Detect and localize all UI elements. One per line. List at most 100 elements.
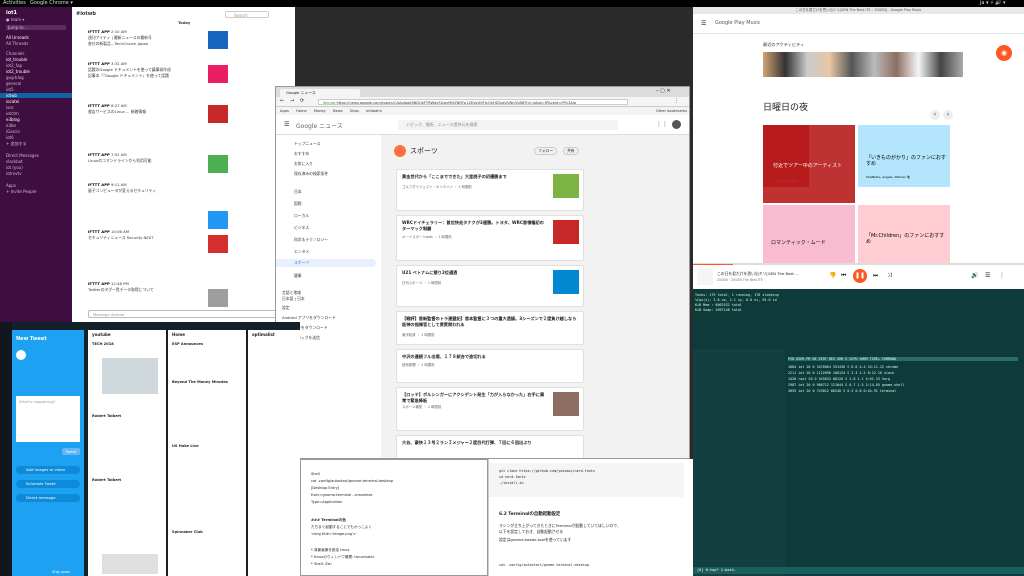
nav-world[interactable]: 国際 bbox=[294, 201, 302, 207]
stay-open-toggle[interactable]: Stay open bbox=[52, 570, 70, 574]
schedule-tweet-button[interactable]: Schedule Tweet bbox=[16, 480, 80, 488]
source[interactable]: 読売新聞 ・ 1 時間前 bbox=[402, 362, 435, 367]
message-author[interactable]: IFTTT APP bbox=[88, 281, 110, 286]
headline[interactable]: U21 ベトナムに競り2位通過 bbox=[402, 270, 547, 276]
nav-science-tech[interactable]: 科学＆テクノロジー bbox=[294, 237, 328, 243]
playlist-tile[interactable]: 「いきものがかり」のファンにおすすめ SCANDAL, angela, AIRm… bbox=[858, 125, 950, 187]
tweet-button[interactable]: Tweet bbox=[62, 448, 80, 455]
message-author[interactable]: IFTTT APP bbox=[88, 29, 110, 34]
headline[interactable]: 【戦評】首新監督のトラ連盟記】首本監督に３つの重大過誤。3シーズンで２度負け越し… bbox=[402, 316, 578, 327]
shuffle-icon[interactable]: ⤨ bbox=[887, 272, 892, 280]
headline-image[interactable] bbox=[553, 270, 579, 294]
next-icon[interactable]: ⏭ bbox=[873, 272, 878, 280]
tweet-author[interactable]: Beyond The Money Minutes bbox=[172, 380, 228, 384]
tweet-image[interactable] bbox=[102, 358, 158, 394]
nav-japan[interactable]: 日本 bbox=[294, 189, 302, 195]
nav-android-app[interactable]: Android アプリをダウンロード bbox=[282, 315, 336, 321]
back-icon[interactable]: ← bbox=[280, 98, 284, 104]
headline[interactable]: 中沢の連続フル出場、１７８試合で途切れる bbox=[402, 354, 547, 360]
nav-for-you[interactable]: おすすめ bbox=[294, 151, 309, 157]
news-card[interactable]: U21 ベトナムに競り2位通過 日刊スポーツ ・ 1 時間前 bbox=[396, 265, 584, 307]
bookmark-apps[interactable]: Apps bbox=[280, 109, 289, 113]
terminal-window[interactable]: Tasks: 179 total, 1 running, 178 sleepin… bbox=[693, 289, 1024, 576]
google-news-logo[interactable]: Google ニュース bbox=[296, 121, 343, 130]
bookmark-shop[interactable]: Shop bbox=[350, 109, 359, 113]
link-thumbnail[interactable] bbox=[208, 289, 228, 307]
news-card[interactable]: WRCドイチェラリー：首位快走タナクが3連勝。トヨタ、WRC首領権初のターマック… bbox=[396, 215, 584, 261]
recent-albums[interactable] bbox=[763, 52, 963, 77]
shuffle-fab-icon[interactable]: ◉ bbox=[996, 45, 1012, 61]
tweet-author[interactable]: TECH 2018 bbox=[92, 342, 114, 346]
nav-business[interactable]: ビジネス bbox=[294, 225, 309, 231]
progress-bar[interactable] bbox=[693, 264, 733, 265]
headline-image[interactable] bbox=[553, 392, 579, 416]
message-author[interactable]: IFTTT APP bbox=[88, 229, 110, 234]
nav-favorites[interactable]: お気に入り bbox=[294, 161, 313, 167]
news-card[interactable]: 【戦評】首新監督のトラ連盟記】首本監督に３つの重大過誤。3シーズンで２度負け越し… bbox=[396, 311, 584, 345]
bookmark-news[interactable]: News bbox=[333, 109, 343, 113]
nav-entertainment[interactable]: エンタメ bbox=[294, 249, 309, 255]
news-card[interactable]: 大谷、豪快１３号２ランＩメジャー２度目代打弾、７回に６回出ぶり bbox=[396, 435, 584, 458]
window-controls[interactable]: – ▢ ✕ bbox=[656, 88, 671, 94]
next-arrow-icon[interactable]: › bbox=[943, 110, 953, 120]
menu-icon[interactable]: ☰ bbox=[701, 20, 706, 27]
play-logo[interactable]: Google Play Music bbox=[715, 20, 760, 26]
pause-icon[interactable]: ❚❚ bbox=[853, 269, 867, 283]
tab-google-news[interactable]: Google ニュース bbox=[280, 89, 360, 97]
add-images-button[interactable]: Add images or video bbox=[16, 466, 80, 474]
terminal-pane-left[interactable] bbox=[693, 349, 785, 576]
reload-icon[interactable]: ⟳ bbox=[300, 98, 304, 104]
nav-local[interactable]: ローカル bbox=[294, 213, 309, 219]
previous-icon[interactable]: ⏮ bbox=[841, 272, 846, 280]
forward-icon[interactable]: → bbox=[290, 98, 294, 104]
avatar[interactable] bbox=[16, 350, 26, 360]
headline[interactable]: WRCドイチェラリー：首位快走タナクが3連勝。トヨタ、WRC首領権初のターマック… bbox=[402, 220, 547, 231]
volume-icon[interactable]: 🔊 bbox=[971, 272, 978, 279]
headline-image[interactable] bbox=[553, 174, 579, 198]
headline[interactable]: 大谷、豪快１３号２ランＩメジャー２度目代打弾、７回に６回出ぶり bbox=[402, 440, 578, 446]
headline-image[interactable] bbox=[553, 220, 579, 244]
nav-saved-searches[interactable]: 保存済みの検索条件 bbox=[294, 171, 328, 177]
thumbs-down-icon[interactable]: 👎 bbox=[829, 272, 836, 279]
bookmark-money[interactable]: Money bbox=[314, 109, 326, 113]
bookmark-home[interactable]: Home bbox=[296, 109, 307, 113]
message-author[interactable]: IFTTT APP bbox=[88, 152, 110, 157]
avatar[interactable] bbox=[672, 120, 681, 129]
message-author[interactable]: IFTTT APP bbox=[88, 61, 110, 66]
activities-button[interactable]: Activities bbox=[3, 0, 26, 7]
link-thumbnail[interactable] bbox=[208, 211, 228, 229]
text-editor[interactable]: Shell cat .config/autostart/gnome-termin… bbox=[300, 459, 488, 576]
link-thumbnail[interactable] bbox=[208, 31, 228, 49]
tweet-author[interactable]: Robert Talbert bbox=[92, 414, 121, 418]
tweet-author[interactable]: ESP Announces bbox=[172, 342, 203, 346]
column-title[interactable]: youtube bbox=[92, 332, 111, 337]
more-icon[interactable]: ⋮ bbox=[999, 272, 1005, 279]
address-bar[interactable]: Secure https://news.google.com/topics/CA… bbox=[318, 99, 628, 105]
queue-icon[interactable]: ☰ bbox=[985, 272, 990, 279]
system-tray[interactable]: ja ▾ ⚡ 🔊 ▾ bbox=[980, 0, 1006, 7]
source[interactable]: オートスポーツweb ・ 1 時間前 bbox=[402, 234, 452, 239]
tweet-author[interactable]: US Hoke Live bbox=[172, 444, 199, 448]
news-card[interactable]: 黄金世代から「ここまでできた」大里桃子の初優勝まで ゴルフダイジェスト・オンライ… bbox=[396, 169, 584, 211]
news-card[interactable]: 【ロッテ】ボルシンガーにアクシデント発生「力が入らなかった」右手に異常で緊急降板… bbox=[396, 387, 584, 431]
markdown-preview[interactable]: git clone https://github.com/yuesaoi/ner… bbox=[488, 459, 693, 576]
link-thumbnail[interactable] bbox=[208, 235, 228, 253]
nav-top-stories[interactable]: トップニュース bbox=[294, 141, 320, 147]
column-title[interactable]: Home bbox=[172, 332, 185, 337]
prev-arrow-icon[interactable]: ‹ bbox=[930, 110, 940, 120]
direct-message-button[interactable]: Direct message bbox=[16, 494, 80, 502]
playlist-tile[interactable]: 「Mr.Children」のファンにおすすめ bbox=[858, 205, 950, 267]
share-button[interactable]: 共有 bbox=[563, 147, 579, 155]
tweet-image[interactable] bbox=[102, 554, 158, 574]
nav-settings[interactable]: 設定 bbox=[282, 305, 290, 311]
source[interactable]: 日刊スポーツ ・ 1 時間前 bbox=[402, 280, 441, 285]
other-bookmarks[interactable]: Other bookmarks bbox=[656, 108, 687, 115]
link-thumbnail[interactable] bbox=[208, 65, 228, 83]
link-thumbnail[interactable] bbox=[208, 155, 228, 173]
bookmark-infobahn[interactable]: Infobahn bbox=[366, 109, 382, 113]
news-card[interactable]: 中沢の連続フル出場、１７８試合で途切れる 読売新聞 ・ 1 時間前 bbox=[396, 349, 584, 383]
link-thumbnail[interactable] bbox=[208, 105, 228, 123]
headline[interactable]: 黄金世代から「ここまでできた」大里桃子の初優勝まで bbox=[402, 174, 547, 180]
tweet-author[interactable]: Spinnaker Club bbox=[172, 530, 203, 534]
track-artist[interactable]: 20GEN · 20GEN The Best ITE bbox=[717, 278, 763, 282]
